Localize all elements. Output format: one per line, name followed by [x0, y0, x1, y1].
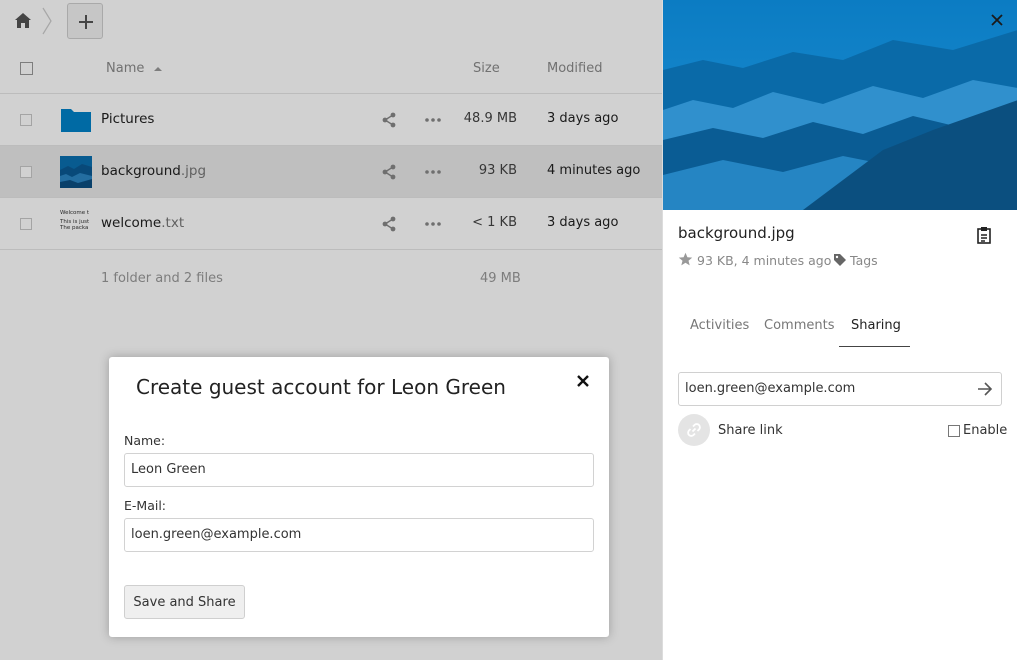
clipboard-icon[interactable]: [976, 226, 992, 244]
dialog-title: Create guest account for Leon Green: [136, 375, 506, 399]
enable-label[interactable]: Enable: [963, 423, 1007, 438]
share-with-field[interactable]: [678, 372, 1002, 406]
name-field[interactable]: [124, 453, 594, 487]
details-sidebar: background.jpg 93 KB, 4 minutes ago Tags…: [662, 0, 1017, 660]
email-input[interactable]: [131, 527, 586, 542]
image-preview: [663, 0, 1017, 210]
star-icon[interactable]: [678, 252, 693, 267]
close-sidebar-icon[interactable]: [990, 13, 1004, 27]
link-icon: [678, 414, 710, 446]
tab-sharing[interactable]: Sharing: [851, 318, 901, 333]
close-icon[interactable]: [576, 374, 590, 388]
tab-comments[interactable]: Comments: [764, 318, 834, 333]
tag-icon[interactable]: [833, 253, 847, 267]
email-label: E-Mail:: [124, 498, 167, 513]
sidebar-tabs: Activities Comments Sharing: [678, 310, 1008, 348]
file-list-pane: Name Size Modified Pictures 48.9 MB 3 da…: [0, 0, 662, 660]
name-input[interactable]: [131, 462, 586, 477]
share-with-input[interactable]: [685, 381, 965, 396]
tags-label[interactable]: Tags: [850, 253, 878, 268]
arrow-right-icon[interactable]: [976, 380, 994, 398]
email-field[interactable]: [124, 518, 594, 552]
file-meta: 93 KB, 4 minutes ago: [697, 253, 832, 268]
active-tab-indicator: [839, 346, 910, 347]
create-guest-dialog: Create guest account for Leon Green Name…: [109, 357, 609, 637]
share-link-label: Share link: [718, 423, 783, 438]
sidebar-file-title: background.jpg: [678, 224, 795, 242]
save-and-share-button[interactable]: Save and Share: [124, 585, 245, 619]
name-label: Name:: [124, 433, 166, 448]
enable-checkbox[interactable]: [948, 425, 960, 437]
tab-activities[interactable]: Activities: [690, 318, 749, 333]
